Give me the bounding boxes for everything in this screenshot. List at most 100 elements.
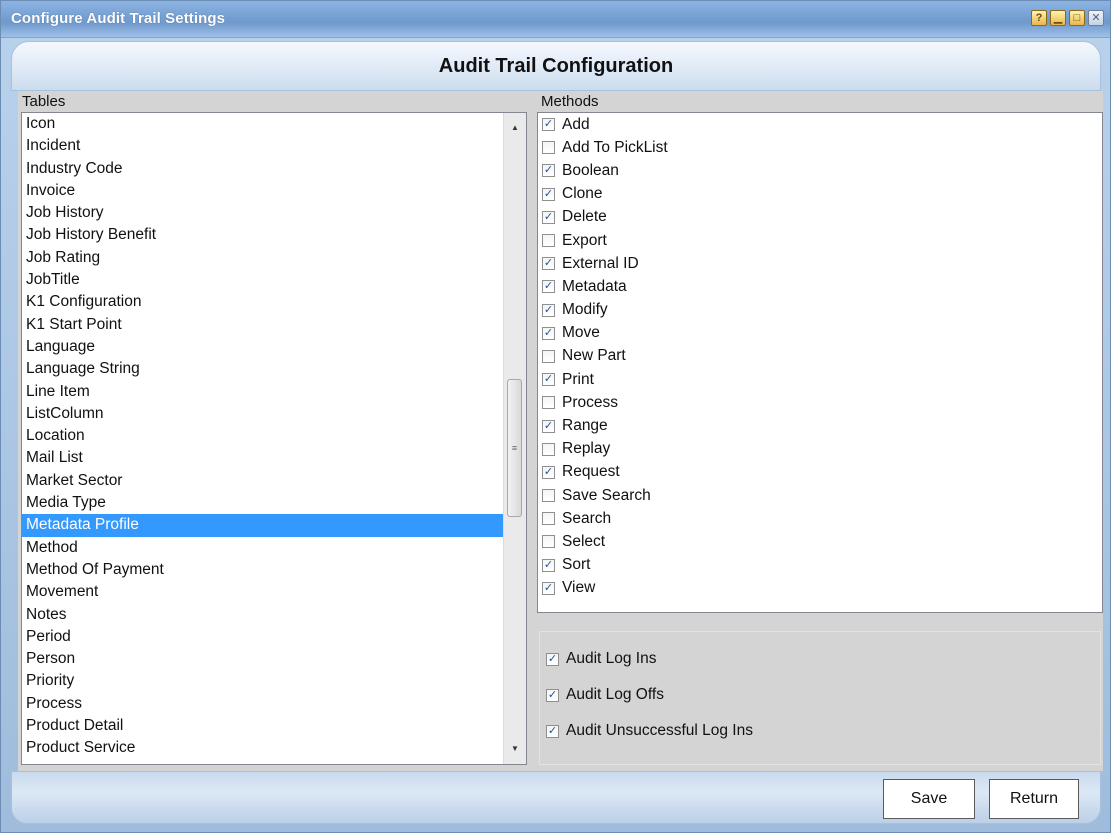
audit-unsuccessful-log-ins-label: Audit Unsuccessful Log Ins — [566, 722, 753, 739]
method-item[interactable]: Replay — [538, 438, 1102, 461]
table-list-item[interactable]: Location — [22, 425, 504, 447]
method-label: Delete — [562, 208, 607, 226]
maximize-icon[interactable]: □ — [1069, 10, 1085, 26]
method-checkbox[interactable]: ✓ — [542, 187, 555, 201]
table-list-item[interactable]: Method Of Payment — [22, 559, 504, 581]
method-label: Replay — [562, 440, 611, 458]
method-item[interactable]: ✓ Metadata — [538, 275, 1102, 298]
method-item[interactable]: Search — [538, 507, 1102, 530]
method-checkbox[interactable] — [542, 349, 555, 363]
table-list-item[interactable]: Line Item — [22, 381, 504, 403]
method-item[interactable]: Save Search — [538, 484, 1102, 507]
method-item[interactable]: ✓ Print — [538, 368, 1102, 391]
table-list-item[interactable]: K1 Start Point — [22, 314, 504, 336]
table-list-item[interactable]: Person — [22, 648, 504, 670]
table-list-item[interactable]: Period — [22, 626, 504, 648]
table-list-item[interactable]: Metadata Profile — [22, 514, 504, 537]
method-item[interactable]: ✓ Request — [538, 461, 1102, 484]
table-list-item[interactable]: Industry Code — [22, 158, 504, 180]
audit-trail-window: Configure Audit Trail Settings ? ▁ □ ✕ A… — [0, 0, 1111, 833]
audit-log-offs-checkbox[interactable]: ✓ — [546, 688, 559, 702]
method-item[interactable]: Select — [538, 530, 1102, 553]
table-list-item[interactable]: Language — [22, 336, 504, 358]
scroll-up-icon[interactable]: ▲ — [504, 119, 526, 137]
method-checkbox[interactable]: ✓ — [542, 303, 555, 317]
tables-scrollbar[interactable]: ▲ ≡ ▼ — [503, 113, 526, 764]
method-item[interactable]: Export — [538, 229, 1102, 252]
method-checkbox[interactable]: ✓ — [542, 465, 555, 479]
table-list-item[interactable]: Market Sector — [22, 470, 504, 492]
method-checkbox[interactable]: ✓ — [542, 257, 555, 271]
table-list-item[interactable]: Movement — [22, 581, 504, 603]
scroll-thumb[interactable]: ≡ — [507, 379, 522, 518]
audit-unsuccessful-log-ins-option[interactable]: ✓ Audit Unsuccessful Log Ins — [546, 722, 753, 740]
audit-log-offs-option[interactable]: ✓ Audit Log Offs — [546, 686, 664, 704]
table-list-item[interactable]: Process — [22, 693, 504, 715]
table-list-item[interactable]: Job History Benefit — [22, 224, 504, 246]
save-button[interactable]: Save — [883, 779, 975, 819]
method-checkbox[interactable]: ✓ — [542, 280, 555, 294]
method-checkbox[interactable]: ✓ — [542, 558, 555, 572]
method-checkbox[interactable]: ✓ — [542, 210, 555, 224]
method-checkbox[interactable] — [542, 234, 555, 248]
method-checkbox[interactable]: ✓ — [542, 118, 555, 132]
table-list-item[interactable]: Invoice — [22, 180, 504, 202]
table-list-item[interactable]: Priority — [22, 670, 504, 692]
table-list-item[interactable]: Incident — [22, 135, 504, 157]
method-item[interactable]: ✓ Delete — [538, 206, 1102, 229]
method-item[interactable]: Add To PickList — [538, 136, 1102, 159]
title-bar[interactable]: Configure Audit Trail Settings ? ▁ □ ✕ — [1, 1, 1110, 38]
table-list-item[interactable]: K1 Configuration — [22, 291, 504, 313]
table-list-item[interactable]: JobTitle — [22, 269, 504, 291]
method-label: Sort — [562, 556, 591, 574]
method-label: Search — [562, 509, 612, 527]
table-list-item[interactable]: Job History — [22, 202, 504, 224]
method-checkbox[interactable] — [542, 396, 555, 410]
table-list-item[interactable]: Mail List — [22, 447, 504, 469]
table-list-item[interactable]: Media Type — [22, 492, 504, 514]
method-item[interactable]: ✓ Range — [538, 414, 1102, 437]
method-label: Range — [562, 417, 608, 435]
method-checkbox[interactable]: ✓ — [542, 326, 555, 340]
table-list-item[interactable]: Product Service — [22, 737, 504, 759]
table-list-item[interactable]: ListColumn — [22, 403, 504, 425]
method-checkbox[interactable]: ✓ — [542, 164, 555, 178]
close-icon[interactable]: ✕ — [1088, 10, 1104, 26]
method-label: Modify — [562, 301, 608, 319]
method-checkbox[interactable] — [542, 489, 555, 503]
method-item[interactable]: Process — [538, 391, 1102, 414]
method-item[interactable]: ✓ View — [538, 577, 1102, 600]
method-item[interactable]: ✓ Boolean — [538, 159, 1102, 182]
method-item[interactable]: ✓ Sort — [538, 554, 1102, 577]
method-checkbox[interactable]: ✓ — [542, 373, 555, 387]
method-item[interactable]: ✓ Modify — [538, 299, 1102, 322]
method-checkbox[interactable] — [542, 141, 555, 155]
method-item[interactable]: ✓ Clone — [538, 183, 1102, 206]
audit-unsuccessful-log-ins-checkbox[interactable]: ✓ — [546, 724, 559, 738]
table-list-item[interactable]: Job Rating — [22, 247, 504, 269]
method-item[interactable]: ✓ External ID — [538, 252, 1102, 275]
return-button[interactable]: Return — [989, 779, 1079, 819]
method-checkbox[interactable] — [542, 535, 555, 549]
method-checkbox[interactable]: ✓ — [542, 419, 555, 433]
method-item[interactable]: New Part — [538, 345, 1102, 368]
method-checkbox[interactable] — [542, 512, 555, 526]
method-checkbox[interactable] — [542, 442, 555, 456]
window-controls: ? ▁ □ ✕ — [1031, 10, 1104, 26]
method-checkbox[interactable]: ✓ — [542, 581, 555, 595]
method-item[interactable]: ✓ Add — [538, 113, 1102, 136]
audit-log-ins-checkbox[interactable]: ✓ — [546, 652, 559, 666]
tables-listbox[interactable]: Icon Incident Industry Code Invoice Job Hist… — [21, 112, 527, 765]
audit-log-ins-option[interactable]: ✓ Audit Log Ins — [546, 650, 656, 668]
help-icon[interactable]: ? — [1031, 10, 1047, 26]
scroll-down-icon[interactable]: ▼ — [504, 740, 526, 758]
method-label: Export — [562, 231, 607, 249]
table-list-item[interactable]: Language String — [22, 358, 504, 380]
table-list-item[interactable]: Product Detail — [22, 715, 504, 737]
method-item[interactable]: ✓ Move — [538, 322, 1102, 345]
table-list-item[interactable]: Method — [22, 537, 504, 559]
table-list-item[interactable]: Icon — [22, 113, 504, 135]
table-list-item[interactable]: Notes — [22, 604, 504, 626]
minimize-icon[interactable]: ▁ — [1050, 10, 1066, 26]
method-label: Add To PickList — [562, 138, 668, 156]
